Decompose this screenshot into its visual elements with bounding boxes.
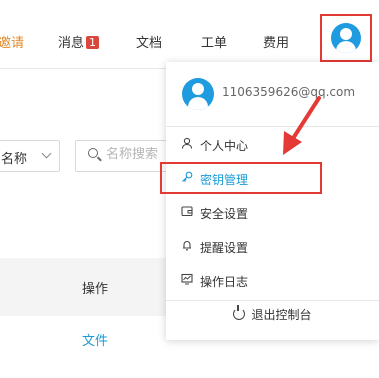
search-icon xyxy=(88,148,98,158)
nav-invite[interactable]: 邀请 xyxy=(0,32,24,51)
nav-messages-label: 消息 xyxy=(58,36,85,51)
divider xyxy=(166,126,379,127)
nav-tickets[interactable]: 工单 xyxy=(201,32,227,51)
user-menu-dropdown: 1106359626@qq.com 个人中心 密钥管理 安全设置 提醒设置 操作… xyxy=(166,62,379,340)
menu-item-label: 操作日志 xyxy=(200,275,249,289)
menu-item-security[interactable]: 安全设置 xyxy=(172,197,372,227)
user-avatar-button[interactable] xyxy=(320,14,372,62)
user-email: 1106359626@qq.com xyxy=(222,85,356,99)
menu-item-label: 个人中心 xyxy=(200,139,249,153)
menu-item-label: 提醒设置 xyxy=(200,241,249,255)
nav-docs[interactable]: 文档 xyxy=(136,32,162,51)
nav-messages[interactable]: 消息 1 xyxy=(58,32,100,51)
logout-button[interactable]: 退出控制台 xyxy=(166,305,379,328)
bell-icon xyxy=(183,241,191,251)
menu-item-oplog[interactable]: 操作日志 xyxy=(172,265,372,295)
name-filter-value: 名称 xyxy=(1,152,28,167)
row-file-link[interactable]: 文件 xyxy=(82,330,108,349)
column-header-ops: 操作 xyxy=(82,282,109,297)
top-navigation-bar: 邀请 消息 1 文档 工单 费用 xyxy=(0,0,379,69)
divider xyxy=(166,300,379,301)
annotation-highlight-box xyxy=(160,162,322,194)
name-filter-select[interactable]: 名称 xyxy=(0,140,60,172)
power-icon xyxy=(233,305,246,320)
menu-item-reminders[interactable]: 提醒设置 xyxy=(172,231,372,261)
wallet-icon xyxy=(181,206,193,217)
nav-fees[interactable]: 费用 xyxy=(263,32,289,51)
logout-label: 退出控制台 xyxy=(251,308,312,322)
menu-item-label: 安全设置 xyxy=(200,207,249,221)
dropdown-avatar xyxy=(182,78,214,110)
log-icon xyxy=(181,273,193,285)
avatar xyxy=(331,23,361,53)
messages-count-badge: 1 xyxy=(86,36,100,49)
user-icon xyxy=(181,137,193,149)
menu-item-profile[interactable]: 个人中心 xyxy=(172,129,372,159)
chevron-down-icon xyxy=(41,148,52,159)
